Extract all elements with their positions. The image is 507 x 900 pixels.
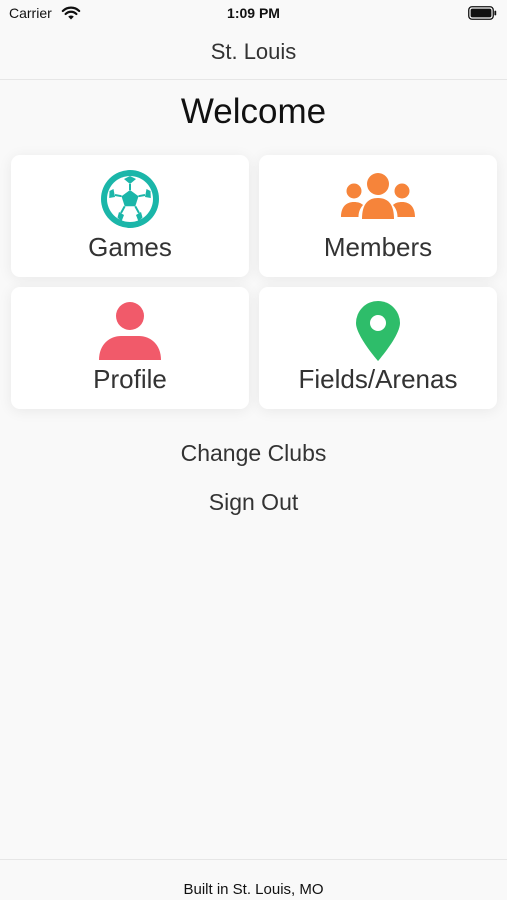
change-clubs-button[interactable]: Change Clubs [0,440,507,467]
sign-out-button[interactable]: Sign Out [0,489,507,516]
games-label: Games [88,232,172,262]
fields-arenas-label: Fields/Arenas [298,364,458,394]
games-tile[interactable]: Games [11,155,249,277]
footer-text: Built in St. Louis, MO [183,881,324,898]
battery-icon [468,6,497,20]
clock: 1:09 PM [227,5,280,21]
app-screen: Carrier 1:09 PM St. Louis Welcome Games … [0,0,507,900]
person-icon [99,302,161,360]
footer: Built in St. Louis, MO [0,859,507,900]
members-label: Members [323,232,433,262]
soccer-ball-icon [101,170,159,228]
map-pin-icon [356,301,400,361]
nav-title: St. Louis [210,39,297,64]
profile-label: Profile [93,364,167,394]
navigation-bar: St. Louis [0,28,507,80]
welcome-heading: Welcome [180,92,327,131]
group-icon [341,173,415,219]
members-tile[interactable]: Members [259,155,497,277]
status-bar: Carrier 1:09 PM [0,0,507,28]
profile-tile[interactable]: Profile [11,287,249,409]
fields-arenas-tile[interactable]: Fields/Arenas [259,287,497,409]
